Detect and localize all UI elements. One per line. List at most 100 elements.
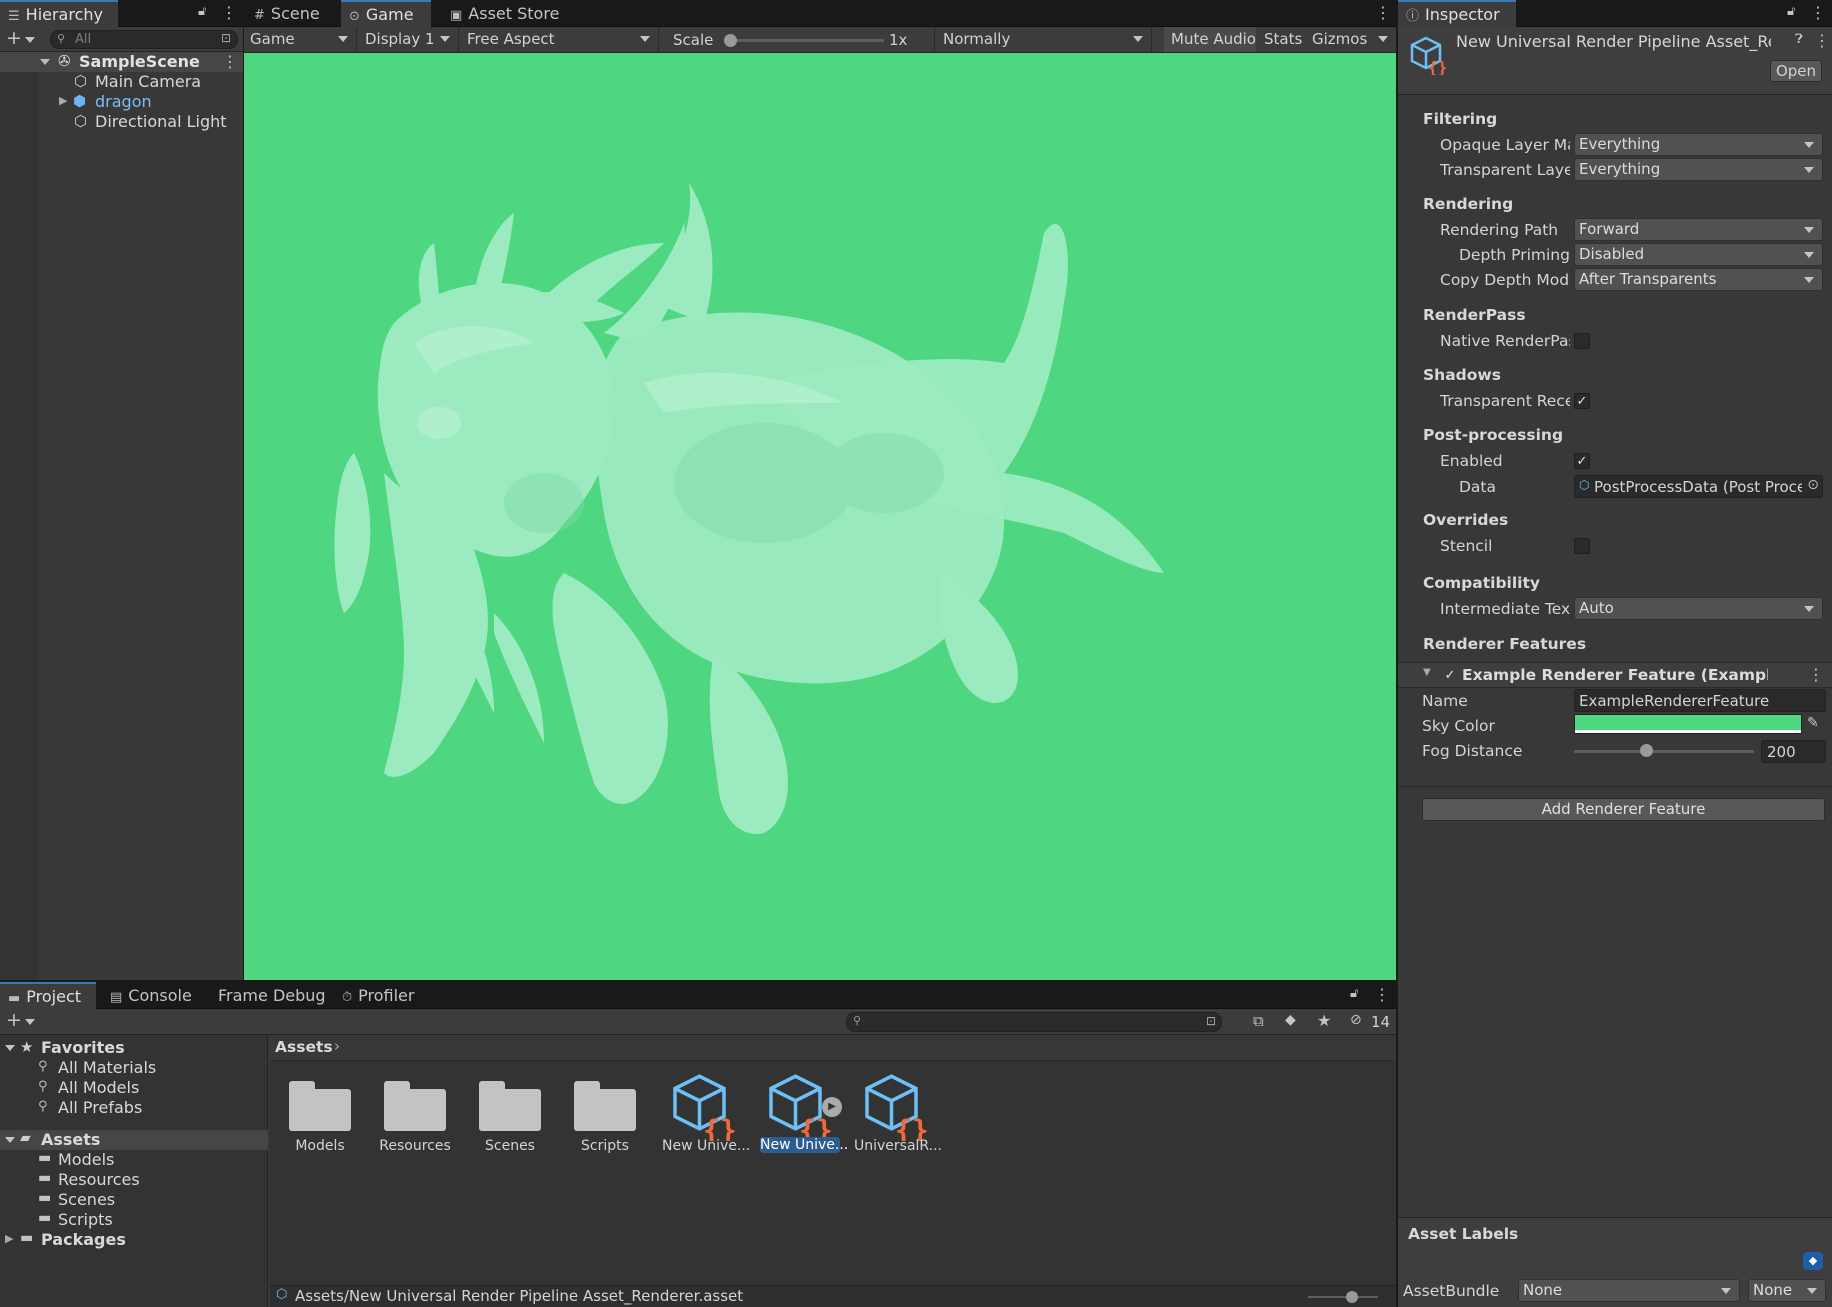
feature-name-input[interactable]: ExampleRendererFeature	[1574, 689, 1826, 712]
add-icon[interactable]: +	[6, 1009, 22, 1031]
renderer-feature-enabled-checkbox[interactable]: ✓	[1442, 668, 1458, 684]
transparent-layer-dropdown[interactable]: Everything	[1574, 158, 1823, 181]
kebab-menu-icon[interactable]: ⋮	[1374, 985, 1390, 1004]
favorite-star-icon[interactable]: ★	[1317, 1011, 1331, 1030]
grid-item-scenes[interactable]: Scenes	[470, 1071, 550, 1161]
hierarchy-item-dragon[interactable]: ▶ ⬢ dragon	[0, 92, 243, 112]
pp-enabled-checkbox[interactable]: ✓	[1574, 453, 1590, 469]
feature-menu-icon[interactable]: ⋮	[1808, 665, 1824, 684]
icon-size-slider[interactable]	[1308, 1291, 1378, 1303]
assets-row[interactable]: ▰ Assets	[0, 1130, 268, 1150]
stats-button[interactable]: Stats	[1258, 27, 1304, 52]
hierarchy-item-directional-light[interactable]: ⬡ Directional Light	[0, 112, 243, 132]
icon-size-slider-thumb[interactable]	[1346, 1291, 1358, 1303]
filter-by-label-icon[interactable]: ◆	[1285, 1012, 1296, 1028]
tab-profiler[interactable]: ⏱︎ Profiler	[334, 982, 434, 1009]
grid-item-resources[interactable]: Resources	[375, 1071, 455, 1161]
tab-asset-store[interactable]: ▣ Asset Store	[442, 0, 562, 27]
gizmos-button[interactable]: Gizmos	[1306, 27, 1394, 52]
tab-frame-debug[interactable]: Frame Debug	[210, 982, 330, 1009]
eyedropper-icon[interactable]: ✎	[1807, 715, 1819, 731]
tag-icon[interactable]: ◆	[1803, 1252, 1823, 1270]
hierarchy-search-input[interactable]: ⚲ All ⊡	[50, 30, 238, 49]
pp-data-object-field[interactable]: ⬡ PostProcessData (Post Proce ⊙	[1574, 475, 1823, 498]
scene-menu-icon[interactable]: ⋮	[222, 52, 238, 71]
grid-item-models[interactable]: Models	[280, 1071, 360, 1161]
grid-item-label: Scripts	[581, 1138, 629, 1154]
assetbundle-dropdown[interactable]: None	[1518, 1279, 1740, 1302]
chevron-down-icon[interactable]	[25, 37, 35, 43]
object-picker-icon[interactable]: ⊙	[1807, 477, 1819, 493]
play-focus-dropdown[interactable]: Normally	[934, 27, 1152, 52]
native-renderpass-checkbox[interactable]	[1574, 333, 1590, 349]
game-viewport[interactable]	[244, 53, 1396, 980]
stencil-checkbox[interactable]	[1574, 538, 1590, 554]
pp-data-label: Data	[1459, 478, 1497, 496]
project-search-input[interactable]: ⚲ ⊡	[846, 1012, 1222, 1032]
game-view-dropdown[interactable]: Game	[244, 27, 357, 52]
tab-inspector[interactable]: ⓘ Inspector	[1398, 0, 1516, 27]
aspect-dropdown[interactable]: Free Aspect	[459, 27, 659, 52]
lock-icon[interactable]: 🔓︎	[1350, 986, 1358, 1001]
hidden-packages-icon[interactable]: ⊘	[1350, 1012, 1362, 1028]
open-button[interactable]: Open	[1770, 60, 1822, 82]
favorites-row[interactable]: ★ Favorites	[0, 1038, 268, 1058]
fog-distance-slider[interactable]	[1574, 744, 1754, 757]
kebab-menu-icon[interactable]: ⋮	[221, 3, 237, 22]
foldout-arrow-icon[interactable]: ▼	[1423, 667, 1431, 678]
sky-color-field[interactable]	[1574, 714, 1802, 734]
scene-row[interactable]: ✇ SampleScene ⋮	[0, 52, 243, 72]
copy-depth-dropdown[interactable]: After Transparents	[1574, 268, 1823, 291]
breadcrumb-assets[interactable]: Assets	[275, 1038, 333, 1056]
chevron-down-icon[interactable]	[25, 1019, 35, 1025]
lock-icon[interactable]: 🔓︎	[1787, 4, 1795, 19]
grid-item-scripts[interactable]: Scripts	[565, 1071, 645, 1161]
favorite-all-models[interactable]: ⚲ All Models	[0, 1078, 268, 1098]
fog-distance-input[interactable]: 200	[1761, 740, 1826, 763]
tab-scene[interactable]: # Scene	[246, 0, 336, 27]
rendering-path-dropdown[interactable]: Forward	[1574, 218, 1823, 241]
expand-arrow-right-icon[interactable]: ▶	[59, 94, 67, 107]
grid-item-pipeline-asset[interactable]: {} New Unive...	[662, 1071, 750, 1161]
tab-hierarchy[interactable]: ☰ Hierarchy	[0, 0, 118, 27]
filter-by-type-icon[interactable]: ⧉	[1253, 1012, 1264, 1030]
add-renderer-feature-button[interactable]: Add Renderer Feature	[1422, 798, 1825, 821]
expand-arrow-icon[interactable]	[40, 59, 50, 65]
grid-item-universal-asset[interactable]: {} UniversalR...	[854, 1071, 942, 1161]
scale-slider-thumb[interactable]	[724, 34, 737, 47]
renderer-feature-header[interactable]: ▼ ✓ Example Renderer Feature (Example Re…	[1398, 662, 1832, 688]
lock-icon[interactable]: 🔓︎	[198, 4, 206, 19]
intermediate-dropdown[interactable]: Auto	[1574, 597, 1823, 620]
display-dropdown[interactable]: Display 1	[357, 27, 459, 52]
search-by-type-icon[interactable]: ⊡	[1206, 1014, 1216, 1028]
play-badge-icon[interactable]: ▶	[822, 1097, 842, 1117]
folder-row-scenes[interactable]: ▬ Scenes	[0, 1190, 268, 1210]
help-icon[interactable]: ❓︎	[1795, 32, 1803, 47]
kebab-menu-icon[interactable]: ⋮	[1810, 3, 1826, 22]
folder-row-resources[interactable]: ▬ Resources	[0, 1170, 268, 1190]
kebab-menu-icon[interactable]: ⋮	[1375, 3, 1391, 22]
fog-distance-slider-thumb[interactable]	[1640, 744, 1653, 757]
scale-slider[interactable]	[724, 34, 884, 47]
expand-arrow-right-icon[interactable]: ▶	[5, 1232, 13, 1245]
expand-arrow-icon[interactable]	[5, 1137, 15, 1143]
transparent-receive-checkbox[interactable]: ✓	[1574, 393, 1590, 409]
favorite-all-materials[interactable]: ⚲ All Materials	[0, 1058, 268, 1078]
settings-kebab-icon[interactable]: ⋮	[1814, 31, 1830, 50]
grid-item-renderer-asset-selected[interactable]: {} ▶ New Unive...	[758, 1071, 848, 1161]
folder-row-models[interactable]: ▬ Models	[0, 1150, 268, 1170]
opaque-layer-dropdown[interactable]: Everything	[1574, 133, 1823, 156]
tab-game[interactable]: ⊙ Game	[341, 0, 431, 27]
tab-console[interactable]: ▤ Console	[102, 982, 202, 1009]
favorite-all-prefabs[interactable]: ⚲ All Prefabs	[0, 1098, 268, 1118]
add-icon[interactable]: +	[6, 27, 22, 49]
search-by-type-icon[interactable]: ⊡	[221, 31, 231, 45]
tab-project[interactable]: ▬ Project	[0, 982, 96, 1009]
folder-row-scripts[interactable]: ▬ Scripts	[0, 1210, 268, 1230]
depth-priming-dropdown[interactable]: Disabled	[1574, 243, 1823, 266]
mute-audio-button[interactable]: Mute Audio	[1164, 27, 1256, 52]
packages-row[interactable]: ▶ ▬ Packages	[0, 1230, 268, 1250]
assetbundle-variant-dropdown[interactable]: None	[1748, 1279, 1826, 1302]
hierarchy-item-main-camera[interactable]: ⬡ Main Camera	[0, 72, 243, 92]
expand-arrow-icon[interactable]	[5, 1045, 15, 1051]
